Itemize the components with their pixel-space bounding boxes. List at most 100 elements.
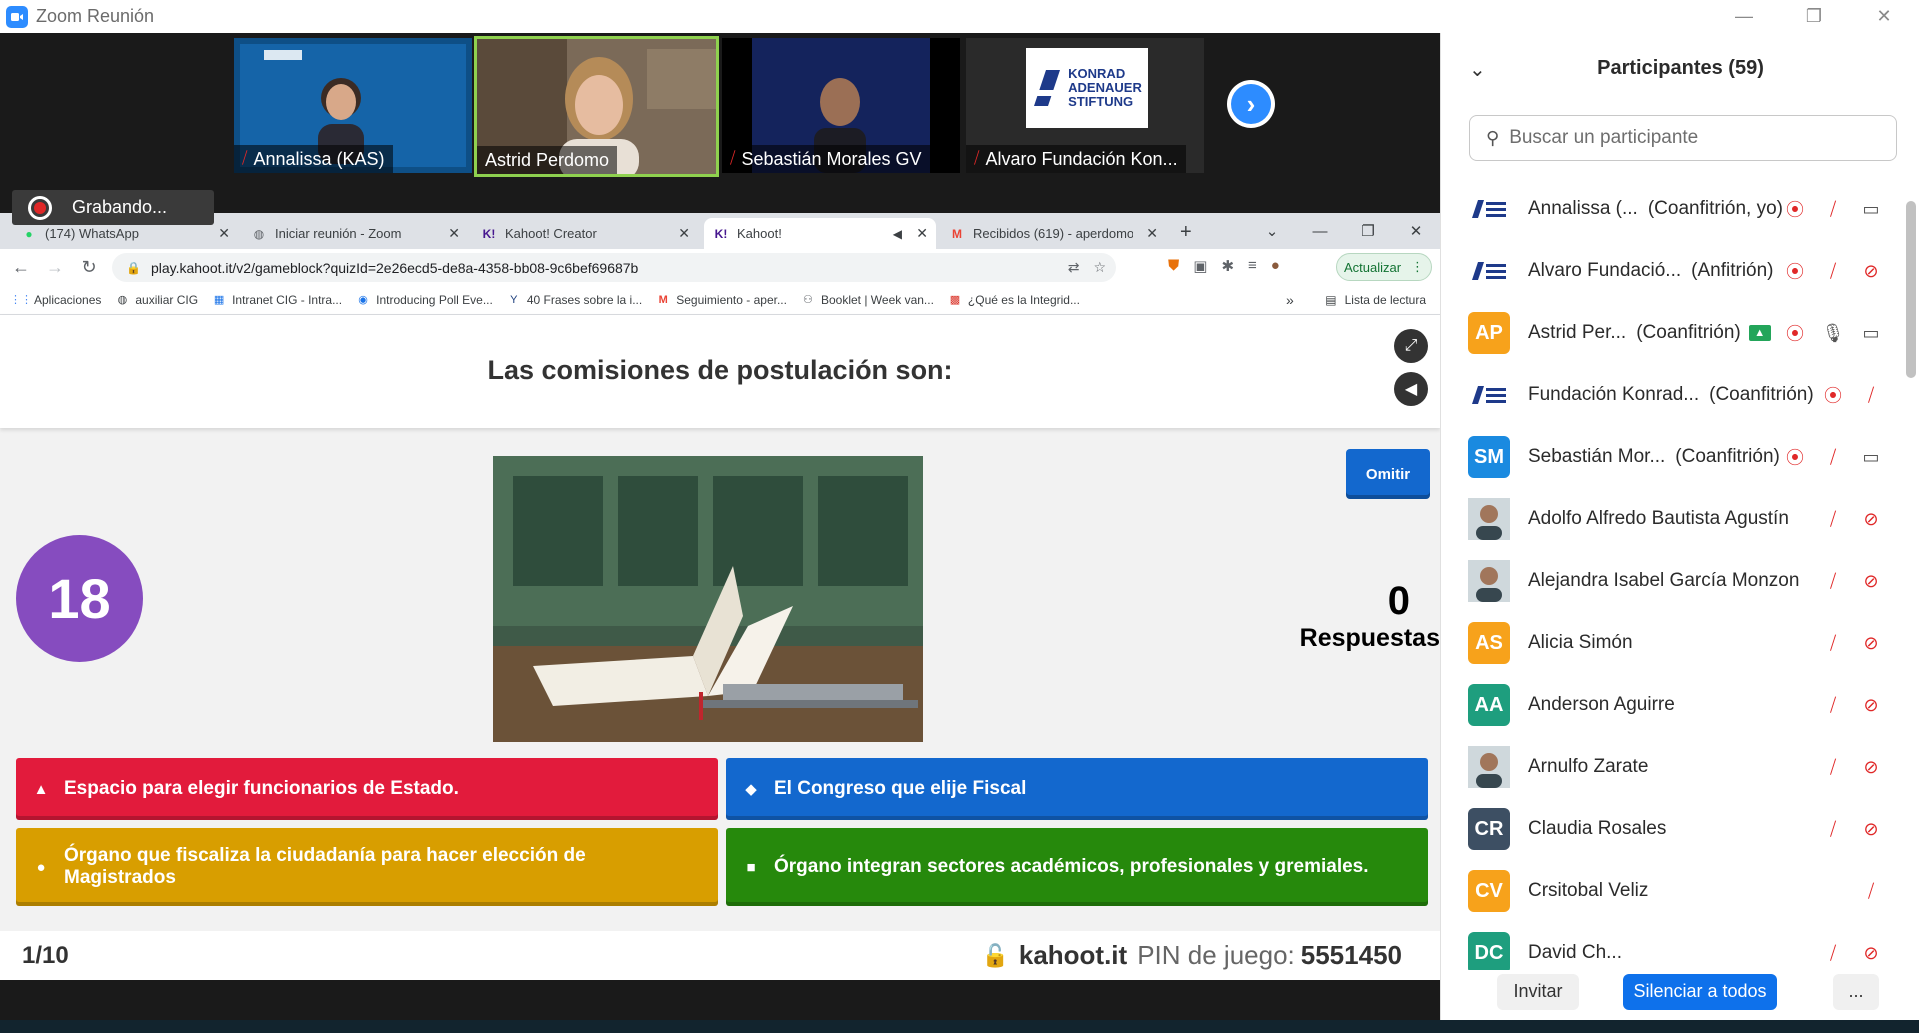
- bookmark-item[interactable]: M Seguimiento - aper...: [656, 293, 787, 307]
- video-tile-3[interactable]: ⧸ Sebastián Morales GV: [722, 38, 960, 173]
- close-button[interactable]: ✕: [1849, 0, 1919, 33]
- mic-on-icon[interactable]: 🎙: [1821, 321, 1845, 345]
- video-off-icon[interactable]: ⊘: [1859, 817, 1883, 841]
- tab-search-icon[interactable]: ⌄: [1248, 222, 1296, 240]
- puzzle-icon[interactable]: ✱: [1221, 257, 1234, 275]
- bookmark-item[interactable]: ▩ ¿Qué es la Integrid...: [948, 293, 1080, 307]
- bookmark-star-icon[interactable]: ☆: [1093, 259, 1106, 276]
- mic-muted-icon[interactable]: ⧸: [1821, 445, 1845, 469]
- bookmark-apps[interactable]: ⋮⋮ Aplicaciones: [10, 293, 101, 307]
- mic-muted-icon[interactable]: ⧸: [1821, 259, 1845, 283]
- restore-button[interactable]: ❐: [1779, 0, 1849, 33]
- video-tile-4[interactable]: KONRAD ADENAUER STIFTUNG ⧸ Alvaro Fundaci…: [966, 38, 1204, 173]
- profile-avatar-icon[interactable]: ●: [1271, 257, 1280, 275]
- participant-row[interactable]: CV Crsitobal Veliz ⧸: [1441, 860, 1911, 922]
- participant-row[interactable]: Fundación Konrad... (Coanfitrión) ⦿ ⧸: [1441, 364, 1911, 426]
- video-tile-1[interactable]: ⧸ Annalissa (KAS): [234, 38, 472, 173]
- close-tab-icon[interactable]: ✕: [448, 225, 460, 242]
- fullscreen-icon[interactable]: ⤢: [1394, 329, 1428, 363]
- bookmark-item[interactable]: ◍ auxiliar CIG: [115, 293, 199, 307]
- video-off-icon[interactable]: ⊘: [1859, 941, 1883, 965]
- tab-zoom[interactable]: ◍ Iniciar reunión - Zoom ✕: [242, 218, 468, 249]
- participant-row[interactable]: Arnulfo Zarate ⧸ ⊘: [1441, 736, 1911, 798]
- participant-row[interactable]: AA Anderson Aguirre ⧸ ⊘: [1441, 674, 1911, 736]
- tab-kahoot[interactable]: K! Kahoot! ◀ ✕: [704, 218, 936, 249]
- bookmark-item[interactable]: ⚇ Booklet | Week van...: [801, 293, 934, 307]
- address-bar[interactable]: 🔒 play.kahoot.it/v2/gameblock?quizId=2e2…: [112, 253, 1116, 282]
- bookmark-item[interactable]: ◉ Introducing Poll Eve...: [356, 293, 493, 307]
- video-off-icon[interactable]: ⊘: [1859, 693, 1883, 717]
- video-on-icon[interactable]: ▭: [1859, 197, 1883, 221]
- mic-muted-icon[interactable]: ⧸: [1821, 631, 1845, 655]
- recording-icon[interactable]: ⦿: [1821, 383, 1845, 407]
- more-bookmarks-icon[interactable]: »: [1286, 292, 1294, 308]
- close-tab-icon[interactable]: ✕: [916, 225, 928, 242]
- speaker-icon[interactable]: ◀: [893, 227, 902, 241]
- bookmark-item[interactable]: ▦ Intranet CIG - Intra...: [212, 293, 342, 307]
- video-off-icon[interactable]: ⊘: [1859, 631, 1883, 655]
- answer-green[interactable]: ■ Órgano integran sectores académicos, p…: [726, 828, 1428, 906]
- reload-icon[interactable]: ↻: [72, 257, 106, 278]
- tab-kahoot-creator[interactable]: K! Kahoot! Creator ✕: [472, 218, 698, 249]
- answer-blue[interactable]: ◆ El Congreso que elije Fiscal: [726, 758, 1428, 820]
- video-off-icon[interactable]: ⊘: [1859, 259, 1883, 283]
- participant-list-scrollbar[interactable]: [1906, 201, 1916, 378]
- back-icon[interactable]: ←: [4, 257, 38, 278]
- shield-extension-icon[interactable]: ⛊: [1168, 257, 1179, 275]
- browser-restore-button[interactable]: ❐: [1344, 222, 1392, 240]
- participant-row[interactable]: Alejandra Isabel García Monzon ⧸ ⊘: [1441, 550, 1911, 612]
- media-control-icon[interactable]: ≡: [1248, 257, 1257, 275]
- tab-gmail[interactable]: M Recibidos (619) - aperdomo ✕: [940, 218, 1166, 249]
- mic-muted-icon[interactable]: ⧸: [1859, 879, 1883, 903]
- translate-icon[interactable]: ⇄: [1068, 259, 1080, 276]
- participant-row[interactable]: Annalissa (... (Coanfitrión, yo) ⦿ ⧸ ▭: [1441, 178, 1911, 240]
- new-tab-button[interactable]: +: [1180, 221, 1192, 244]
- mute-all-button[interactable]: Silenciar a todos: [1623, 973, 1777, 1010]
- video-off-icon[interactable]: ⊘: [1859, 755, 1883, 779]
- video-on-icon[interactable]: ▭: [1859, 321, 1883, 345]
- participant-search-input[interactable]: ⚲ Buscar un participante: [1469, 115, 1897, 161]
- forward-icon[interactable]: →: [38, 257, 72, 278]
- recording-indicator[interactable]: Grabando...: [12, 190, 214, 225]
- invite-button[interactable]: Invitar: [1497, 973, 1579, 1010]
- mic-muted-icon[interactable]: ⧸: [1821, 569, 1845, 593]
- participant-row[interactable]: CR Claudia Rosales ⧸ ⊘: [1441, 798, 1911, 860]
- participant-row[interactable]: SM Sebastián Mor... (Coanfitrión) ⦿ ⧸ ▭: [1441, 426, 1911, 488]
- mic-muted-icon[interactable]: ⧸: [1821, 507, 1845, 531]
- sound-icon[interactable]: ◀: [1394, 372, 1428, 406]
- update-button[interactable]: Actualizar ⋮: [1336, 253, 1432, 281]
- next-page-button[interactable]: ›: [1227, 80, 1275, 128]
- answer-yellow[interactable]: ● Órgano que fiscaliza la ciudadanía par…: [16, 828, 718, 906]
- recording-icon[interactable]: ⦿: [1783, 259, 1807, 283]
- video-off-icon[interactable]: ⊘: [1859, 569, 1883, 593]
- mic-muted-icon[interactable]: ⧸: [1821, 941, 1845, 965]
- recording-icon[interactable]: ⦿: [1783, 445, 1807, 469]
- browser-close-button[interactable]: ✕: [1392, 222, 1440, 240]
- participant-row[interactable]: AS Alicia Simón ⧸ ⊘: [1441, 612, 1911, 674]
- extension-icon[interactable]: ▣: [1193, 257, 1207, 275]
- mic-muted-icon[interactable]: ⧸: [1821, 693, 1845, 717]
- video-on-icon[interactable]: ▭: [1859, 445, 1883, 469]
- skip-button[interactable]: Omitir: [1346, 449, 1430, 499]
- mic-muted-icon[interactable]: ⧸: [1859, 383, 1883, 407]
- close-tab-icon[interactable]: ✕: [1146, 225, 1158, 242]
- close-tab-icon[interactable]: ✕: [678, 225, 690, 242]
- participant-row[interactable]: Adolfo Alfredo Bautista Agustín ⧸ ⊘: [1441, 488, 1911, 550]
- mic-muted-icon[interactable]: ⧸: [1821, 755, 1845, 779]
- browser-minimize-button[interactable]: —: [1296, 223, 1344, 240]
- recording-icon[interactable]: ⦿: [1783, 321, 1807, 345]
- video-tile-2[interactable]: Astrid Perdomo: [474, 36, 719, 177]
- globe-icon: ◍: [253, 226, 265, 241]
- close-tab-icon[interactable]: ✕: [218, 225, 230, 242]
- mic-muted-icon[interactable]: ⧸: [1821, 817, 1845, 841]
- participant-row[interactable]: AP Astrid Per... (Coanfitrión) ▲ ⦿ 🎙 ▭: [1441, 302, 1911, 364]
- mic-muted-icon[interactable]: ⧸: [1821, 197, 1845, 221]
- more-options-button[interactable]: ...: [1833, 973, 1879, 1010]
- video-off-icon[interactable]: ⊘: [1859, 507, 1883, 531]
- reading-list[interactable]: ▤ Lista de lectura: [1325, 293, 1426, 307]
- bookmark-item[interactable]: Y 40 Frases sobre la i...: [507, 293, 642, 307]
- recording-icon[interactable]: ⦿: [1783, 197, 1807, 221]
- answer-red[interactable]: ▲ Espacio para elegir funcionarios de Es…: [16, 758, 718, 820]
- minimize-button[interactable]: —: [1709, 0, 1779, 33]
- participant-row[interactable]: Alvaro Fundació... (Anfitrión) ⦿ ⧸ ⊘: [1441, 240, 1911, 302]
